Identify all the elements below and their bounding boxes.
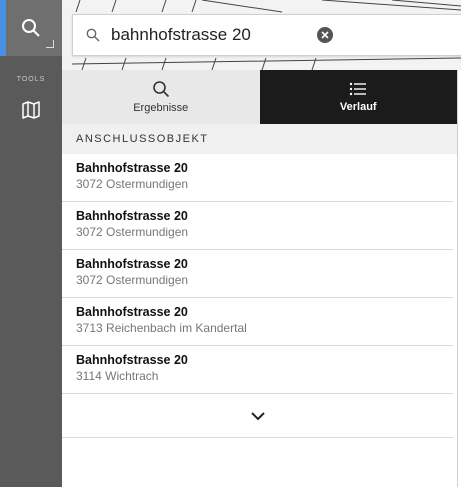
search-results-panel: Ergebnisse Verlauf ANSCHLUSSOBJEKT Bahnh… (62, 70, 458, 487)
section-header: ANSCHLUSSOBJEKT (62, 124, 457, 154)
sidebar-search-button[interactable] (0, 0, 62, 56)
result-title: Bahnhofstrasse 20 (76, 353, 188, 367)
search-input[interactable] (111, 25, 311, 45)
result-title: Bahnhofstrasse 20 (76, 305, 188, 319)
result-item[interactable]: Bahnhofstrasse 20 3072 Ostermundigen (62, 202, 453, 250)
tab-history-label: Verlauf (339, 101, 377, 113)
map-tool-button[interactable] (0, 92, 62, 128)
tab-bar: Ergebnisse Verlauf (62, 70, 457, 124)
result-title: Bahnhofstrasse 20 (76, 257, 188, 271)
search-icon (152, 81, 169, 98)
tools-label: TOOLS (16, 76, 46, 83)
tab-results[interactable]: Ergebnisse (62, 70, 260, 124)
result-title: Bahnhofstrasse 20 (76, 161, 188, 175)
result-item[interactable]: Bahnhofstrasse 20 3072 Ostermundigen (62, 250, 453, 298)
result-subtitle: 3713 Reichenbach im Kandertal (76, 321, 247, 335)
result-item[interactable]: Bahnhofstrasse 20 3072 Ostermundigen (62, 154, 453, 202)
search-icon (22, 19, 40, 37)
map-icon (22, 101, 40, 119)
active-accent-bar (0, 0, 6, 56)
tab-history[interactable]: Verlauf (259, 70, 457, 124)
result-subtitle: 3072 Ostermundigen (76, 177, 189, 191)
result-item[interactable]: Bahnhofstrasse 20 3713 Reichenbach im Ka… (62, 298, 453, 346)
corner-mark (46, 40, 54, 48)
result-item[interactable]: Bahnhofstrasse 20 3114 Wichtrach (62, 346, 453, 394)
search-icon (75, 28, 111, 42)
chevron-down-icon (250, 411, 265, 420)
show-more-button[interactable] (62, 394, 453, 438)
result-subtitle: 3072 Ostermundigen (76, 273, 189, 287)
close-icon (321, 31, 329, 39)
result-subtitle: 3114 Wichtrach (76, 369, 159, 383)
result-subtitle: 3072 Ostermundigen (76, 225, 189, 239)
sidebar: TOOLS (0, 0, 62, 487)
list-icon (350, 82, 367, 96)
search-box (72, 14, 461, 56)
tab-results-label: Ergebnisse (133, 102, 189, 114)
clear-search-button[interactable] (317, 27, 333, 43)
result-title: Bahnhofstrasse 20 (76, 209, 188, 223)
